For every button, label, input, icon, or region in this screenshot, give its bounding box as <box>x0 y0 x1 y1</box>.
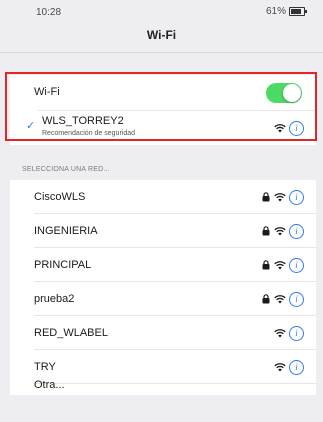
network-row[interactable]: PRINCIPAL i <box>10 248 316 282</box>
lock-icon <box>262 226 270 236</box>
wifi-signal-icon <box>274 193 286 202</box>
info-icon[interactable]: i <box>289 326 304 341</box>
lock-icon <box>262 294 270 304</box>
battery-icon <box>289 7 307 16</box>
info-icon[interactable]: i <box>289 360 304 375</box>
toggle-knob <box>283 84 301 102</box>
network-name: CiscoWLS <box>34 191 86 203</box>
page-title: Wi-Fi <box>146 28 177 42</box>
network-name: INGENIERIA <box>34 225 98 237</box>
wifi-signal-icon <box>274 261 286 270</box>
status-time: 10:28 <box>36 7 62 18</box>
wifi-toggle[interactable] <box>266 83 302 103</box>
wifi-settings-group: Wi-Fi ✓ WLS_TORREY2 Recomendación de seg… <box>10 75 316 145</box>
network-row[interactable]: RED_WLABEL i <box>10 316 316 350</box>
connected-network-row[interactable]: ✓ WLS_TORREY2 Recomendación de seguridad… <box>10 111 316 145</box>
connected-network-name: WLS_TORREY2 <box>42 115 124 127</box>
info-icon[interactable]: i <box>289 258 304 273</box>
info-icon[interactable]: i <box>289 224 304 239</box>
network-name: TRY <box>34 361 56 373</box>
section-header: SELECCIONA UNA RED... <box>22 166 110 173</box>
battery-percent: 61% <box>265 6 286 17</box>
wifi-signal-icon <box>274 295 286 304</box>
checkmark-icon: ✓ <box>26 120 36 132</box>
info-icon[interactable]: i <box>289 292 304 307</box>
wifi-signal-icon <box>274 329 286 338</box>
connected-network-subtitle: Recomendación de seguridad <box>42 130 136 137</box>
network-name: RED_WLABEL <box>34 327 108 339</box>
status-bar: 10:28 61% <box>0 0 323 24</box>
network-row[interactable]: CiscoWLS i <box>10 180 316 214</box>
wifi-toggle-row: Wi-Fi <box>10 75 316 109</box>
info-icon[interactable]: i <box>289 121 304 136</box>
network-list: CiscoWLS i INGENIERIA i PRINCIPAL i prue… <box>10 180 316 395</box>
network-name: PRINCIPAL <box>34 259 92 271</box>
other-network-row[interactable]: Otra... <box>10 377 316 395</box>
other-network-label: Otra... <box>34 379 65 391</box>
wifi-signal-icon <box>274 227 286 236</box>
wifi-toggle-label: Wi-Fi <box>34 86 60 98</box>
wifi-signal-icon <box>274 124 286 133</box>
network-row[interactable]: INGENIERIA i <box>10 214 316 248</box>
wifi-signal-icon <box>274 363 286 372</box>
status-right: 61% <box>265 6 307 17</box>
network-name: prueba2 <box>34 293 75 305</box>
lock-icon <box>262 192 270 202</box>
network-row[interactable]: prueba2 i <box>10 282 316 316</box>
lock-icon <box>262 260 270 270</box>
info-icon[interactable]: i <box>289 190 304 205</box>
nav-separator <box>0 52 323 53</box>
